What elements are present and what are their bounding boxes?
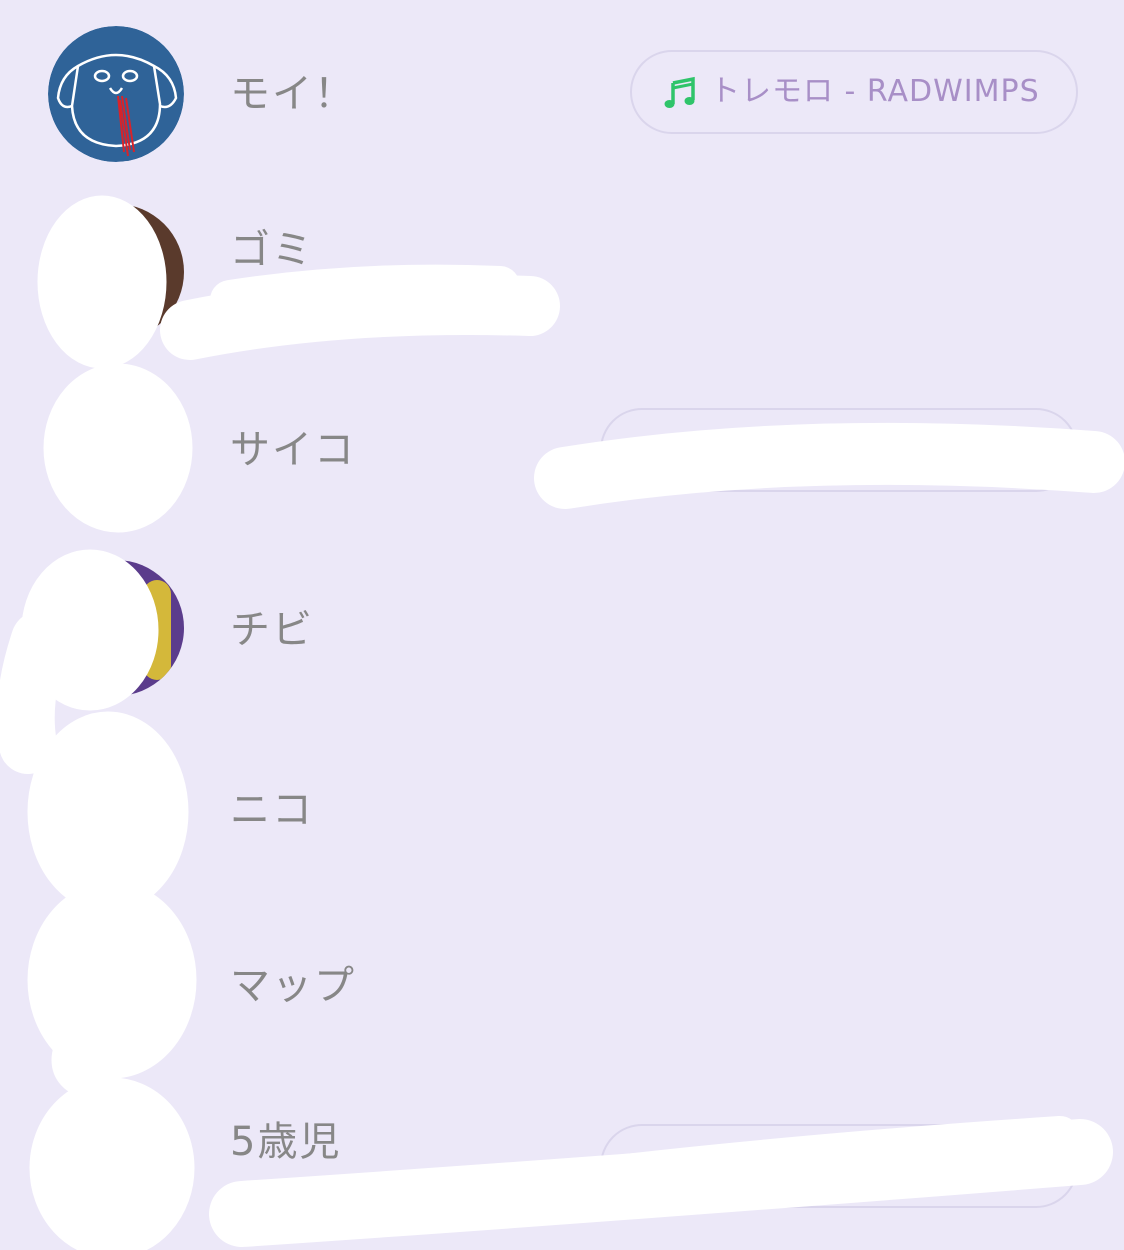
redaction-scribble-overlay [0,195,1124,1250]
